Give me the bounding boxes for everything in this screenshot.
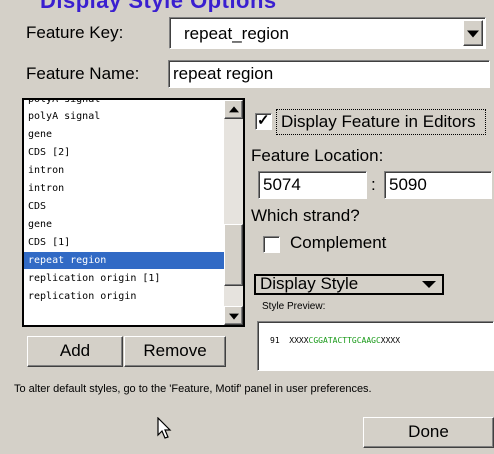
- scroll-down-button[interactable]: [224, 306, 243, 325]
- chevron-down-icon: [228, 313, 239, 320]
- location-end-value: 5090: [389, 175, 427, 194]
- feature-location-label: Feature Location:: [251, 146, 384, 165]
- display-in-editors-checkbox[interactable]: ✓: [255, 112, 272, 130]
- location-separator: :: [371, 175, 376, 194]
- display-style-label: Display Style: [260, 274, 359, 293]
- list-item[interactable]: intron: [24, 180, 224, 197]
- list-item[interactable]: polyA signal: [24, 108, 224, 125]
- mouse-cursor-icon: [157, 417, 172, 439]
- chevron-down-icon: [422, 281, 436, 288]
- remove-button[interactable]: Remove: [124, 336, 226, 367]
- list-item[interactable]: gene: [24, 126, 224, 143]
- feature-list-scrollbar[interactable]: [224, 100, 243, 325]
- feature-key-dropdown-button[interactable]: [463, 20, 483, 46]
- display-style-select[interactable]: Display Style: [254, 274, 444, 295]
- list-item[interactable]: CDS [1]: [24, 234, 224, 251]
- location-start-field[interactable]: 5074: [258, 171, 367, 199]
- style-preview-label: Style Preview:: [262, 301, 326, 312]
- banner-text-fragment: Display Style Options: [40, 0, 277, 12]
- banner-strip: Display Style Options: [0, 0, 494, 12]
- feature-key-combo[interactable]: repeat_region: [169, 17, 486, 49]
- done-button[interactable]: Done: [363, 417, 494, 448]
- list-item[interactable]: CDS: [24, 198, 224, 215]
- feature-key-label: Feature Key:: [26, 23, 124, 42]
- location-end-field[interactable]: 5090: [384, 171, 492, 199]
- preferences-hint: To alter default styles, go to the 'Feat…: [14, 383, 372, 395]
- feature-list[interactable]: polyA signal polyA signal gene CDS [2] i…: [22, 98, 245, 327]
- remove-button-label: Remove: [143, 341, 207, 360]
- list-item[interactable]: intron: [24, 162, 224, 179]
- display-in-editors-focus: Display Feature in Editors: [276, 109, 486, 135]
- preview-highlight: CGGATACTTGCAAGC: [308, 336, 381, 345]
- checkmark-icon: ✓: [257, 112, 270, 129]
- scroll-thumb[interactable]: [224, 224, 243, 286]
- list-item[interactable]: replication origin: [24, 288, 224, 305]
- display-in-editors-label: Display Feature in Editors: [281, 112, 476, 131]
- feature-name-value: repeat region: [173, 64, 274, 83]
- preview-suffix: XXXX: [380, 336, 401, 345]
- list-item[interactable]: CDS [2]: [24, 144, 224, 161]
- location-start-value: 5074: [263, 175, 301, 194]
- feature-name-field[interactable]: repeat region: [168, 60, 490, 88]
- list-item[interactable]: polyA signal: [24, 100, 224, 108]
- list-item[interactable]: replication origin [1]: [24, 270, 224, 287]
- preview-position: 91: [270, 336, 280, 345]
- which-strand-label: Which strand?: [251, 206, 360, 225]
- complement-checkbox[interactable]: [263, 236, 280, 253]
- feature-name-label: Feature Name:: [26, 64, 140, 83]
- add-button[interactable]: Add: [27, 336, 123, 367]
- feature-list-viewport: polyA signal polyA signal gene CDS [2] i…: [24, 100, 224, 325]
- list-item-selected[interactable]: repeat region: [24, 252, 224, 269]
- preview-prefix: XXXX: [289, 336, 309, 345]
- complement-label: Complement: [290, 233, 387, 252]
- style-preview-sequence: 91 XXXXCGGATACTTGCAAGCXXXX: [270, 336, 400, 345]
- style-preview-box: 91 XXXXCGGATACTTGCAAGCXXXX: [257, 321, 494, 371]
- chevron-up-icon: [228, 105, 239, 112]
- add-button-label: Add: [59, 341, 91, 360]
- scroll-up-button[interactable]: [224, 100, 243, 119]
- done-button-label: Done: [408, 422, 449, 441]
- feature-key-value: repeat_region: [184, 24, 289, 43]
- chevron-down-icon: [467, 30, 479, 38]
- list-item[interactable]: gene: [24, 216, 224, 233]
